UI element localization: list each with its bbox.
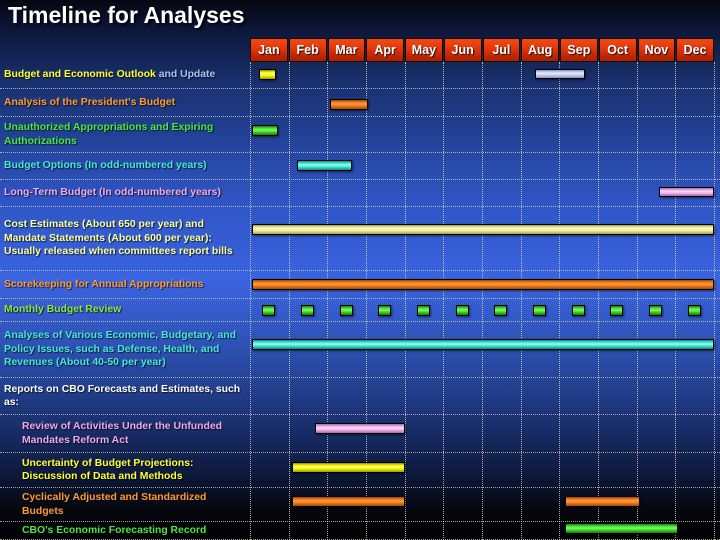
timeline-row: Analysis of the President's Budget	[0, 89, 720, 117]
month-header-dec[interactable]: Dec	[676, 38, 714, 62]
month-header-nov[interactable]: Nov	[637, 38, 676, 62]
row-label: Budget and Economic Outlook and Update	[4, 62, 244, 88]
row-label-segment: Budget Options (In odd-numbered years)	[4, 160, 207, 172]
row-label-segment: Scorekeeping for Annual Appropriations	[4, 278, 204, 290]
row-track	[250, 271, 714, 298]
timeline-bar[interactable]	[252, 279, 714, 290]
row-label-segment: Cyclically Adjusted and Standardized Bud…	[22, 492, 207, 517]
row-label: CBO's Economic Forecasting Record	[22, 522, 246, 539]
monthly-marker[interactable]	[262, 305, 276, 316]
timeline-bar[interactable]	[659, 187, 714, 197]
timeline-row: Review of Activities Under the Unfunded …	[0, 415, 720, 453]
timeline-row: Cost Estimates (About 650 per year) and …	[0, 207, 720, 271]
timeline-row: Budget and Economic Outlook and Update	[0, 62, 720, 89]
timeline-row: Analyses of Various Economic, Budgetary,…	[0, 322, 720, 378]
row-label-segment: Monthly Budget Review	[4, 304, 122, 316]
timeline-row: Long-Term Budget (In odd-numbered years)	[0, 180, 720, 207]
row-label: Scorekeeping for Annual Appropriations	[4, 271, 244, 298]
month-header-oct[interactable]: Oct	[598, 38, 637, 62]
row-label: Cyclically Adjusted and Standardized Bud…	[22, 488, 246, 521]
timeline-bar[interactable]	[259, 69, 276, 80]
row-track	[250, 62, 714, 88]
timeline-bar[interactable]	[535, 69, 585, 79]
month-header-mar[interactable]: Mar	[327, 38, 366, 62]
row-label-segment: and Update	[155, 69, 216, 81]
monthly-marker[interactable]	[494, 305, 508, 316]
row-label: Analyses of Various Economic, Budgetary,…	[4, 322, 244, 377]
timeline-bar[interactable]	[297, 160, 352, 171]
row-label: Long-Term Budget (In odd-numbered years)	[4, 180, 244, 206]
monthly-marker[interactable]	[649, 305, 662, 316]
row-label-segment: Reports on CBO Forecasts and Estimates, …	[4, 383, 241, 408]
row-track	[250, 89, 714, 116]
row-label-segment: Uncertainty of Budget Projections: Discu…	[22, 457, 194, 482]
row-track	[250, 153, 714, 179]
row-label: Budget Options (In odd-numbered years)	[4, 153, 244, 179]
month-header-feb[interactable]: Feb	[288, 38, 327, 62]
monthly-marker[interactable]	[533, 305, 546, 316]
row-track	[250, 488, 714, 521]
row-label: Review of Activities Under the Unfunded …	[22, 415, 246, 452]
timeline-bar[interactable]	[292, 462, 405, 473]
timeline-bar[interactable]	[565, 496, 640, 507]
monthly-marker[interactable]	[378, 305, 392, 316]
timeline-row: CBO's Economic Forecasting Record	[0, 522, 720, 540]
timeline-row: Cyclically Adjusted and Standardized Bud…	[0, 488, 720, 522]
month-header-row: Jan Feb Mar Apr May Jun Jul Aug Sep Oct Nov Dec	[250, 38, 714, 62]
row-label-segment: Cost Estimates (About 650 per year) and …	[4, 219, 233, 258]
row-label-segment: Analysis of the President's Budget	[4, 96, 176, 108]
row-label: Analysis of the President's Budget	[4, 89, 244, 116]
timeline-bar[interactable]	[565, 523, 678, 534]
row-label-segment: CBO's Economic Forecasting Record	[22, 524, 207, 536]
page-title: Timeline for Analyses	[8, 2, 245, 28]
timeline-row: Budget Options (In odd-numbered years)	[0, 153, 720, 180]
monthly-marker[interactable]	[301, 305, 314, 316]
slide-canvas: Timeline for Analyses Jan Feb Mar Apr May Jun…	[0, 0, 720, 540]
row-label: Unauthorized Appropriations and Expiring…	[4, 117, 244, 152]
row-track	[250, 322, 714, 377]
month-header-jun[interactable]: Jun	[443, 38, 482, 62]
row-track	[250, 299, 714, 321]
monthly-marker[interactable]	[687, 305, 701, 316]
timeline-row: Monthly Budget Review	[0, 299, 720, 322]
timeline-bar[interactable]	[252, 339, 714, 350]
month-header-apr[interactable]: Apr	[366, 38, 404, 62]
row-label-segment: Review of Activities Under the Unfunded …	[22, 421, 222, 446]
timeline-bar[interactable]	[292, 496, 405, 507]
month-header-may[interactable]: May	[405, 38, 443, 62]
row-track	[250, 522, 714, 539]
row-track	[250, 117, 714, 152]
timeline-bar[interactable]	[330, 99, 368, 110]
row-label-segment: Unauthorized Appropriations and Expiring…	[4, 122, 214, 147]
timeline-row: Uncertainty of Budget Projections: Discu…	[0, 453, 720, 488]
timeline-bar[interactable]	[252, 224, 714, 235]
timeline-row: Reports on CBO Forecasts and Estimates, …	[0, 378, 720, 415]
month-header-jul[interactable]: Jul	[482, 38, 521, 62]
timeline-bar[interactable]	[315, 423, 405, 434]
row-track	[250, 453, 714, 487]
monthly-marker[interactable]	[610, 305, 624, 316]
row-label-segment: Budget and Economic Outlook	[4, 69, 156, 81]
timeline-row: Unauthorized Appropriations and Expiring…	[0, 117, 720, 153]
row-track	[250, 415, 714, 452]
row-label: Monthly Budget Review	[4, 299, 244, 321]
monthly-marker[interactable]	[455, 305, 469, 316]
row-track	[250, 180, 714, 206]
monthly-marker[interactable]	[571, 305, 585, 316]
row-track	[250, 207, 714, 270]
timeline-row: Scorekeeping for Annual Appropriations	[0, 271, 720, 299]
month-header-jan[interactable]: Jan	[250, 38, 288, 62]
monthly-marker[interactable]	[417, 305, 430, 316]
month-header-aug[interactable]: Aug	[521, 38, 559, 62]
row-label-segment: Long-Term Budget (In odd-numbered years)	[4, 187, 221, 199]
row-track	[250, 378, 714, 414]
row-label: Cost Estimates (About 650 per year) and …	[4, 207, 244, 270]
month-header-sep[interactable]: Sep	[560, 38, 598, 62]
monthly-marker[interactable]	[339, 305, 353, 316]
row-label: Reports on CBO Forecasts and Estimates, …	[4, 378, 244, 414]
row-label: Uncertainty of Budget Projections: Discu…	[22, 453, 246, 487]
row-label-segment: Analyses of Various Economic, Budgetary,…	[4, 330, 236, 369]
timeline-bar[interactable]	[252, 125, 278, 136]
